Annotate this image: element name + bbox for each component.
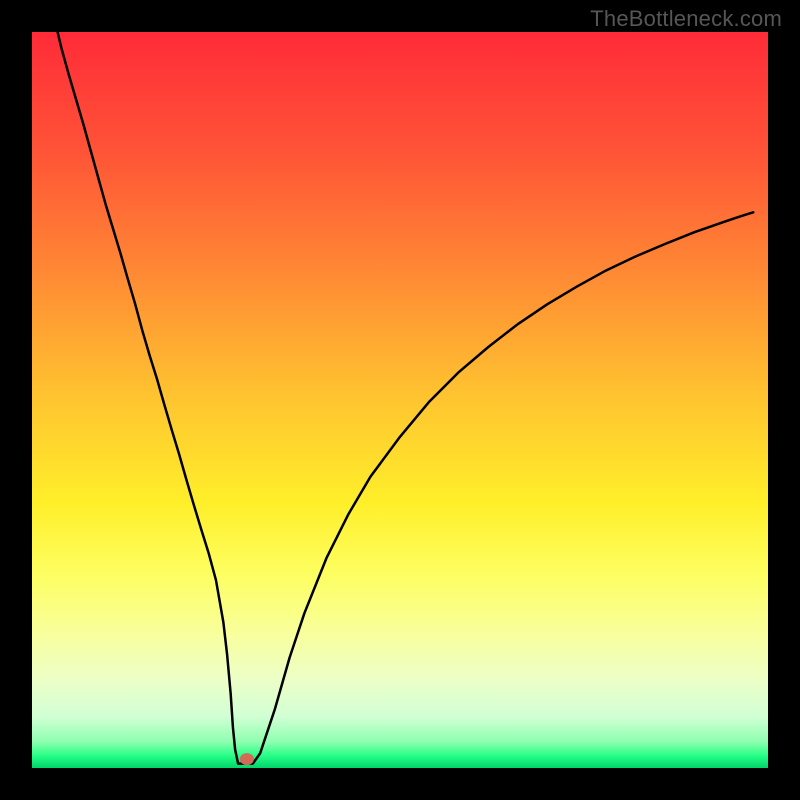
data-marker-dot [240, 753, 254, 765]
watermark-text: TheBottleneck.com [590, 6, 782, 32]
chart-svg [32, 32, 768, 768]
data-curve [54, 32, 753, 764]
plot-area [32, 32, 768, 768]
chart-container: TheBottleneck.com [0, 0, 800, 800]
